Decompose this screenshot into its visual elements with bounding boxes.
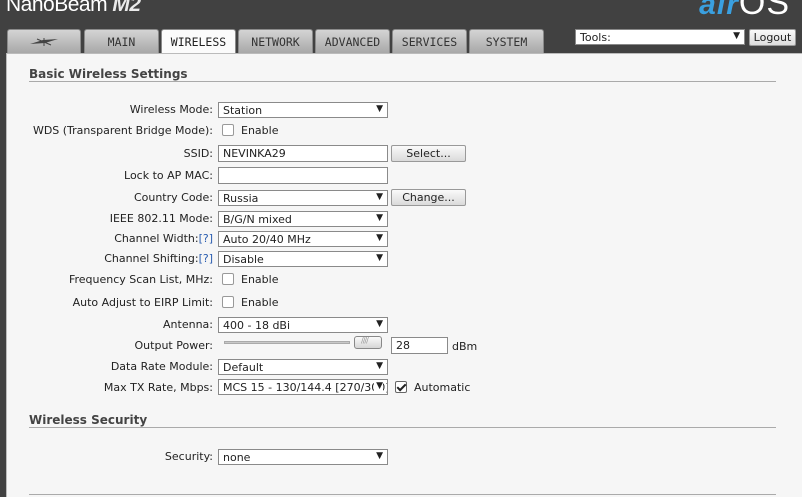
lock-ap-mac-input[interactable] xyxy=(218,167,388,184)
channel-shifting-select[interactable]: Disable ▼ xyxy=(218,251,388,267)
brand-name: NanoBeam xyxy=(6,0,108,16)
data-rate-module-value: Default xyxy=(223,360,264,374)
chevron-down-icon: ▼ xyxy=(733,31,740,41)
basic-wireless-settings-title: Basic Wireless Settings xyxy=(29,67,188,81)
wireless-mode-select[interactable]: Station ▼ xyxy=(218,102,388,118)
section-divider xyxy=(29,494,776,495)
chevron-down-icon: ▼ xyxy=(374,213,383,223)
max-tx-rate-label: Max TX Rate, Mbps: xyxy=(103,381,213,394)
country-change-button[interactable]: Change... xyxy=(391,189,466,206)
freq-scan-label: Frequency Scan List, MHz: xyxy=(68,273,213,286)
chevron-down-icon: ▼ xyxy=(374,451,383,461)
chevron-down-icon: ▼ xyxy=(374,233,383,243)
auto-eirp-enable-checkbox[interactable] xyxy=(222,296,234,308)
chevron-down-icon: ▼ xyxy=(374,381,383,391)
ieee-mode-label: IEEE 802.11 Mode: xyxy=(109,212,213,225)
security-select[interactable]: none ▼ xyxy=(218,449,388,465)
tab-services[interactable]: SERVICES xyxy=(392,29,467,53)
channel-width-value: Auto 20/40 MHz xyxy=(223,232,311,246)
ssid-label: SSID: xyxy=(183,147,213,160)
tab-network[interactable]: NETWORK xyxy=(238,29,313,53)
tools-select-value: Tools: xyxy=(580,30,611,44)
tab-ubiquiti-logo[interactable] xyxy=(7,29,81,53)
channel-width-help-link[interactable]: [?] xyxy=(199,232,213,245)
wds-label: WDS (Transparent Bridge Mode): xyxy=(32,124,213,137)
channel-shifting-help-link[interactable]: [?] xyxy=(199,252,213,265)
airos-logo: airOS xyxy=(699,0,790,23)
max-tx-automatic-label: Automatic xyxy=(414,381,471,394)
tools-select[interactable]: Tools: ▼ xyxy=(575,29,745,45)
auto-eirp-label: Auto Adjust to EIRP Limit: xyxy=(72,296,213,309)
freq-scan-enable-checkbox[interactable] xyxy=(222,273,234,285)
brand-model: M2 xyxy=(112,0,141,16)
output-power-slider-handle[interactable] xyxy=(354,336,382,349)
channel-shifting-value: Disable xyxy=(223,252,264,266)
wds-enable-checkbox[interactable] xyxy=(222,124,234,136)
section-divider xyxy=(29,427,776,428)
tab-main[interactable]: MAIN xyxy=(84,29,159,53)
output-power-input[interactable]: 28 xyxy=(391,337,448,354)
output-power-label: Output Power: xyxy=(134,339,213,352)
tab-wireless[interactable]: WIRELESS xyxy=(161,29,236,54)
channel-shifting-label-text: Channel Shifting: xyxy=(104,252,199,265)
max-tx-rate-select[interactable]: MCS 15 - 130/144.4 [270/300] ▼ xyxy=(218,379,388,395)
output-power-unit: dBm xyxy=(452,340,478,353)
airos-logo-air: air xyxy=(699,0,739,21)
antenna-select[interactable]: 400 - 18 dBi ▼ xyxy=(218,317,388,333)
tab-system[interactable]: SYSTEM xyxy=(469,29,544,53)
max-tx-automatic-checkbox[interactable] xyxy=(395,381,407,393)
channel-width-label-text: Channel Width: xyxy=(114,232,199,245)
chevron-down-icon: ▼ xyxy=(374,319,383,329)
channel-width-select[interactable]: Auto 20/40 MHz ▼ xyxy=(218,231,388,247)
country-code-select[interactable]: Russia ▼ xyxy=(218,190,388,206)
antenna-label: Antenna: xyxy=(163,318,213,331)
lock-ap-mac-label: Lock to AP MAC: xyxy=(124,169,213,182)
auto-eirp-enable-label: Enable xyxy=(241,296,279,309)
max-tx-rate-value: MCS 15 - 130/144.4 [270/300] xyxy=(223,380,388,394)
chevron-down-icon: ▼ xyxy=(374,192,383,202)
chevron-down-icon: ▼ xyxy=(374,253,383,263)
tab-advanced[interactable]: ADVANCED xyxy=(315,29,390,53)
freq-scan-enable-label: Enable xyxy=(241,273,279,286)
antenna-value: 400 - 18 dBi xyxy=(223,318,291,332)
wireless-settings-panel: Basic Wireless Settings Wireless Mode: S… xyxy=(6,53,802,497)
wireless-mode-label: Wireless Mode: xyxy=(129,103,213,116)
chevron-down-icon: ▼ xyxy=(374,361,383,371)
security-value: none xyxy=(223,450,251,464)
device-brand: NanoBeam M2 xyxy=(6,0,141,17)
ieee-mode-select[interactable]: B/G/N mixed ▼ xyxy=(218,211,388,227)
ssid-select-button[interactable]: Select... xyxy=(391,145,466,162)
logout-button[interactable]: Logout xyxy=(749,29,796,46)
wireless-security-title: Wireless Security xyxy=(29,413,148,427)
ieee-mode-value: B/G/N mixed xyxy=(223,212,292,226)
ubiquiti-logo-icon xyxy=(29,37,59,47)
security-label: Security: xyxy=(164,450,213,463)
data-rate-module-select[interactable]: Default ▼ xyxy=(218,359,388,375)
output-power-slider-track[interactable] xyxy=(224,341,350,344)
wds-enable-label: Enable xyxy=(241,124,279,137)
ssid-input[interactable]: NEVINKA29 xyxy=(218,145,388,162)
country-code-label: Country Code: xyxy=(133,191,213,204)
country-code-value: Russia xyxy=(223,191,259,205)
channel-width-label: Channel Width:[?] xyxy=(114,232,213,245)
channel-shifting-label: Channel Shifting:[?] xyxy=(104,252,213,265)
section-divider xyxy=(29,81,776,82)
wireless-mode-value: Station xyxy=(223,103,263,117)
data-rate-module-label: Data Rate Module: xyxy=(110,360,213,373)
airos-logo-os: OS xyxy=(738,0,790,22)
chevron-down-icon: ▼ xyxy=(374,104,383,114)
